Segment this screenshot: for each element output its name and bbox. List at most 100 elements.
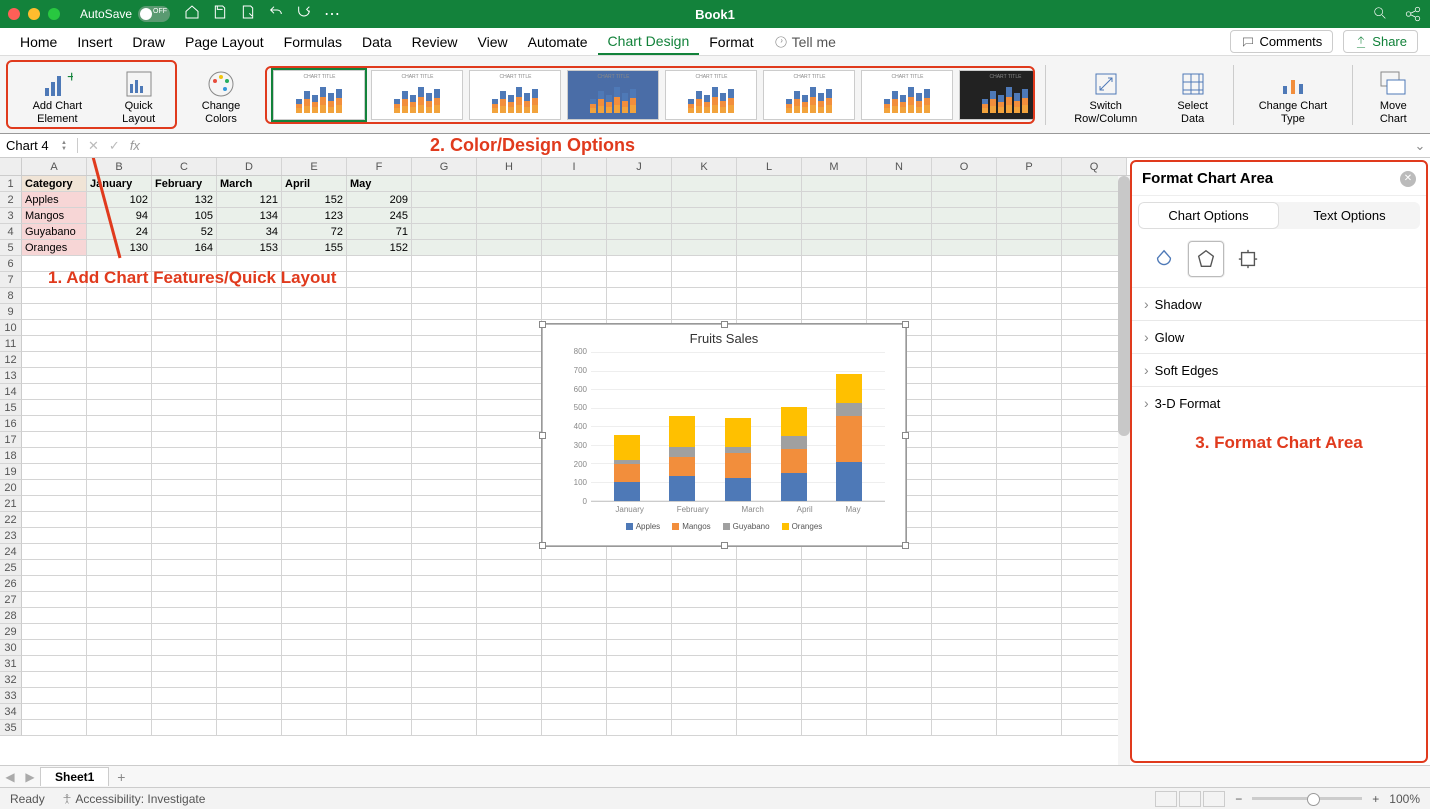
row-header[interactable]: 29 xyxy=(0,624,22,640)
format-section-3-d-format[interactable]: 3-D Format xyxy=(1132,386,1426,419)
cell[interactable] xyxy=(87,304,152,320)
cell[interactable] xyxy=(477,576,542,592)
cell[interactable] xyxy=(997,688,1062,704)
cell[interactable]: Guyabano xyxy=(22,224,87,240)
tab-review[interactable]: Review xyxy=(402,28,468,55)
cell[interactable] xyxy=(217,624,282,640)
cell[interactable] xyxy=(152,352,217,368)
cell[interactable] xyxy=(217,480,282,496)
cell[interactable] xyxy=(932,208,997,224)
cell[interactable] xyxy=(997,224,1062,240)
save-as-icon[interactable] xyxy=(240,4,256,20)
row-header[interactable]: 34 xyxy=(0,704,22,720)
cell[interactable] xyxy=(932,288,997,304)
cell[interactable] xyxy=(152,528,217,544)
cell[interactable] xyxy=(282,640,347,656)
cell[interactable] xyxy=(867,672,932,688)
row-header[interactable]: 5 xyxy=(0,240,22,256)
cell[interactable] xyxy=(477,608,542,624)
cell[interactable] xyxy=(997,448,1062,464)
cell[interactable] xyxy=(87,656,152,672)
cell[interactable] xyxy=(152,640,217,656)
cell[interactable] xyxy=(997,304,1062,320)
cell[interactable] xyxy=(347,480,412,496)
cell[interactable] xyxy=(282,544,347,560)
cell[interactable] xyxy=(867,592,932,608)
close-window-button[interactable] xyxy=(8,8,20,20)
autosave-toggle[interactable]: OFF xyxy=(138,6,170,22)
cell[interactable] xyxy=(217,416,282,432)
row-header[interactable]: 17 xyxy=(0,432,22,448)
cell[interactable] xyxy=(22,560,87,576)
cell[interactable] xyxy=(672,624,737,640)
cell[interactable] xyxy=(672,560,737,576)
cell[interactable] xyxy=(22,384,87,400)
cell[interactable] xyxy=(477,352,542,368)
cell[interactable] xyxy=(87,512,152,528)
cell[interactable] xyxy=(217,304,282,320)
cell[interactable] xyxy=(802,208,867,224)
cell[interactable] xyxy=(802,272,867,288)
cell[interactable] xyxy=(22,720,87,736)
cell[interactable] xyxy=(412,480,477,496)
cell[interactable] xyxy=(607,720,672,736)
cell[interactable] xyxy=(802,304,867,320)
column-header[interactable]: F xyxy=(347,158,412,175)
cell[interactable] xyxy=(997,672,1062,688)
cell[interactable] xyxy=(22,528,87,544)
cell[interactable] xyxy=(607,688,672,704)
cell[interactable] xyxy=(282,576,347,592)
cell[interactable] xyxy=(477,320,542,336)
chart-style-option[interactable]: CHART TITLE xyxy=(959,70,1034,120)
tab-formulas[interactable]: Formulas xyxy=(274,28,352,55)
tab-draw[interactable]: Draw xyxy=(122,28,175,55)
format-section-soft-edges[interactable]: Soft Edges xyxy=(1132,353,1426,386)
cell[interactable] xyxy=(282,288,347,304)
cell[interactable] xyxy=(672,576,737,592)
cell[interactable] xyxy=(347,512,412,528)
cell[interactable] xyxy=(542,208,607,224)
cell[interactable] xyxy=(867,656,932,672)
tab-chart-design[interactable]: Chart Design xyxy=(598,28,700,55)
share-menu-icon[interactable] xyxy=(1404,5,1422,23)
column-header[interactable]: O xyxy=(932,158,997,175)
cell[interactable] xyxy=(607,176,672,192)
cell[interactable] xyxy=(87,464,152,480)
cell[interactable] xyxy=(22,464,87,480)
cell[interactable] xyxy=(282,480,347,496)
chart-title[interactable]: Fruits Sales xyxy=(543,325,905,346)
cell[interactable] xyxy=(477,304,542,320)
cell[interactable]: 71 xyxy=(347,224,412,240)
cell[interactable] xyxy=(87,704,152,720)
chart-style-option[interactable]: CHART TITLE xyxy=(371,70,463,120)
cell[interactable] xyxy=(932,448,997,464)
cell[interactable] xyxy=(672,672,737,688)
cell[interactable]: 132 xyxy=(152,192,217,208)
switch-row-column-button[interactable]: Switch Row/Column xyxy=(1056,60,1156,129)
cell[interactable] xyxy=(997,560,1062,576)
cell[interactable] xyxy=(282,528,347,544)
cell[interactable] xyxy=(412,656,477,672)
cell[interactable] xyxy=(217,464,282,480)
cell[interactable] xyxy=(867,704,932,720)
cell[interactable] xyxy=(282,416,347,432)
cell[interactable] xyxy=(997,336,1062,352)
cell[interactable] xyxy=(412,368,477,384)
cell[interactable] xyxy=(152,448,217,464)
cell[interactable] xyxy=(22,496,87,512)
cell[interactable] xyxy=(152,480,217,496)
cell[interactable] xyxy=(737,688,802,704)
cell[interactable] xyxy=(737,208,802,224)
cell[interactable] xyxy=(347,384,412,400)
cell[interactable] xyxy=(412,448,477,464)
chart-style-option[interactable]: CHART TITLE xyxy=(665,70,757,120)
cell[interactable] xyxy=(997,352,1062,368)
cell[interactable] xyxy=(932,544,997,560)
cell[interactable] xyxy=(217,528,282,544)
row-header[interactable]: 22 xyxy=(0,512,22,528)
cell[interactable] xyxy=(802,176,867,192)
scrollbar-thumb[interactable] xyxy=(1118,176,1130,436)
cell[interactable] xyxy=(997,512,1062,528)
row-header[interactable]: 18 xyxy=(0,448,22,464)
autosave-control[interactable]: AutoSave OFF xyxy=(80,6,170,22)
